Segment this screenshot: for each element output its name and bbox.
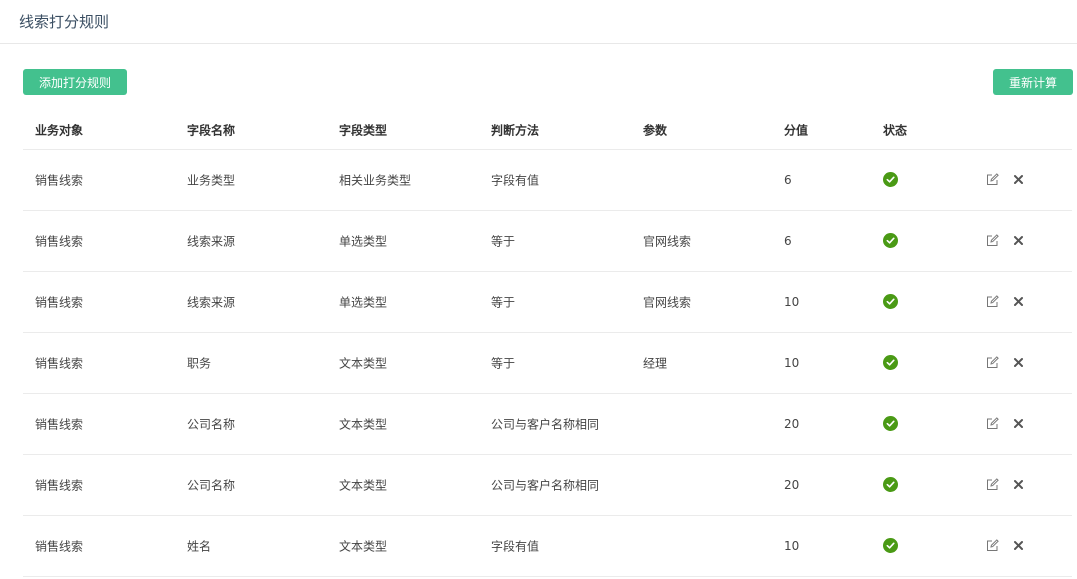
cell-parameter: 官网线索: [643, 234, 692, 249]
cell-field-type: 文本类型: [339, 478, 388, 493]
cell-judge-method: 字段有值: [491, 173, 540, 188]
edit-icon[interactable]: [986, 417, 999, 430]
cell-judge-method: 等于: [491, 356, 516, 371]
check-circle-icon: [883, 477, 898, 492]
edit-icon[interactable]: [986, 295, 999, 308]
cell-score: 10: [784, 356, 800, 370]
cell-business-object: 销售线索: [35, 417, 84, 432]
check-circle-icon: [883, 355, 898, 370]
cell-business-object: 销售线索: [35, 539, 84, 554]
cell-score: 6: [784, 173, 792, 187]
page-title: 线索打分规则: [19, 13, 110, 31]
table-row: 销售线索 公司名称 文本类型 公司与客户名称相同 20: [23, 394, 1072, 455]
cell-field-type: 文本类型: [339, 356, 388, 371]
delete-icon[interactable]: [1012, 295, 1025, 308]
page-header: 线索打分规则: [0, 0, 1077, 44]
cell-score: 20: [784, 478, 800, 492]
cell-field-name: 姓名: [187, 539, 212, 554]
column-header-business-object: 业务对象: [35, 123, 84, 137]
delete-icon[interactable]: [1012, 356, 1025, 369]
cell-score: 10: [784, 295, 800, 309]
column-header-judge-method: 判断方法: [491, 123, 540, 137]
rules-table: 业务对象 字段名称 字段类型 判断方法 参数 分值 状态 销售线索 业务类型 相关业…: [23, 110, 1072, 577]
cell-business-object: 销售线索: [35, 234, 84, 249]
column-header-parameter: 参数: [643, 123, 668, 137]
table-row: 销售线索 公司名称 文本类型 公司与客户名称相同 20: [23, 455, 1072, 516]
check-circle-icon: [883, 233, 898, 248]
cell-judge-method: 字段有值: [491, 539, 540, 554]
cell-field-type: 相关业务类型: [339, 173, 412, 188]
table-body: 销售线索 业务类型 相关业务类型 字段有值 6 销售线索 线索来源 单选类型 等于 官网线索 6 销售…: [23, 150, 1072, 577]
cell-business-object: 销售线索: [35, 356, 84, 371]
table-row: 销售线索 姓名 文本类型 字段有值 10: [23, 516, 1072, 577]
cell-field-type: 单选类型: [339, 234, 388, 249]
table-row: 销售线索 线索来源 单选类型 等于 官网线索 10: [23, 272, 1072, 333]
cell-judge-method: 公司与客户名称相同: [491, 478, 600, 493]
cell-judge-method: 等于: [491, 234, 516, 249]
check-circle-icon: [883, 416, 898, 431]
check-circle-icon: [883, 294, 898, 309]
cell-field-name: 职务: [187, 356, 212, 371]
column-header-score: 分值: [784, 123, 809, 137]
delete-icon[interactable]: [1012, 478, 1025, 491]
cell-parameter: 经理: [643, 356, 668, 371]
delete-icon[interactable]: [1012, 417, 1025, 430]
edit-icon[interactable]: [986, 356, 999, 369]
cell-field-name: 业务类型: [187, 173, 236, 188]
delete-icon[interactable]: [1012, 539, 1025, 552]
column-header-field-type: 字段类型: [339, 123, 388, 137]
cell-parameter: 官网线索: [643, 295, 692, 310]
add-rule-button[interactable]: 添加打分规则: [23, 69, 127, 95]
edit-icon[interactable]: [986, 478, 999, 491]
cell-score: 6: [784, 234, 792, 248]
cell-business-object: 销售线索: [35, 173, 84, 188]
cell-score: 10: [784, 539, 800, 553]
check-circle-icon: [883, 172, 898, 187]
table-row: 销售线索 职务 文本类型 等于 经理 10: [23, 333, 1072, 394]
delete-icon[interactable]: [1012, 234, 1025, 247]
edit-icon[interactable]: [986, 539, 999, 552]
delete-icon[interactable]: [1012, 173, 1025, 186]
recalculate-button[interactable]: 重新计算: [993, 69, 1073, 95]
cell-field-name: 线索来源: [187, 295, 236, 310]
column-header-field-name: 字段名称: [187, 123, 236, 137]
cell-score: 20: [784, 417, 800, 431]
cell-judge-method: 等于: [491, 295, 516, 310]
cell-judge-method: 公司与客户名称相同: [491, 417, 600, 432]
cell-field-type: 文本类型: [339, 417, 388, 432]
cell-field-name: 公司名称: [187, 478, 236, 493]
cell-field-type: 单选类型: [339, 295, 388, 310]
cell-field-type: 文本类型: [339, 539, 388, 554]
edit-icon[interactable]: [986, 234, 999, 247]
cell-business-object: 销售线索: [35, 478, 84, 493]
check-circle-icon: [883, 538, 898, 553]
column-header-status: 状态: [883, 123, 908, 137]
table-row: 销售线索 线索来源 单选类型 等于 官网线索 6: [23, 211, 1072, 272]
table-row: 销售线索 业务类型 相关业务类型 字段有值 6: [23, 150, 1072, 211]
table-header-row: 业务对象 字段名称 字段类型 判断方法 参数 分值 状态: [23, 110, 1072, 150]
cell-business-object: 销售线索: [35, 295, 84, 310]
edit-icon[interactable]: [986, 173, 999, 186]
cell-field-name: 公司名称: [187, 417, 236, 432]
cell-field-name: 线索来源: [187, 234, 236, 249]
